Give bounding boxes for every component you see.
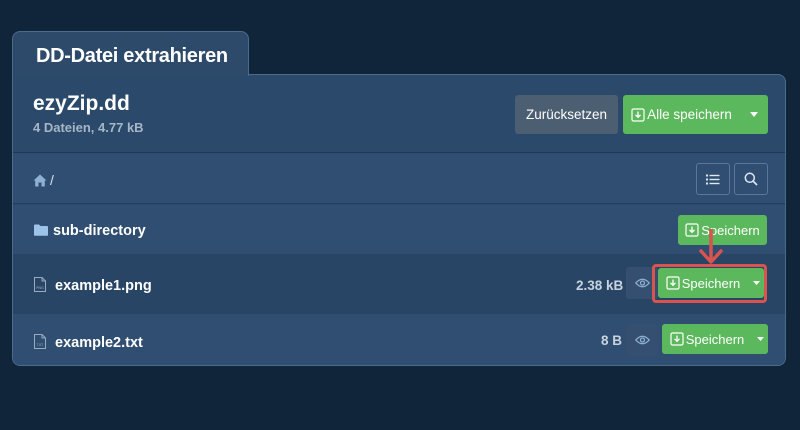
save-all-dropdown-toggle[interactable] xyxy=(740,95,768,134)
tab-extract-dd[interactable]: DD-Datei extrahieren xyxy=(12,31,249,76)
extract-panel: ezyZip.dd 4 Dateien, 4.77 kB Zurücksetze… xyxy=(12,74,786,366)
annotation-highlight-box xyxy=(652,264,767,303)
save-file-button[interactable]: Speichern xyxy=(662,324,768,354)
list-item-file[interactable]: TXT example2.txt 8 B Speichern xyxy=(13,314,785,365)
folder-name[interactable]: sub-directory xyxy=(53,223,146,239)
save-dropdown-toggle[interactable] xyxy=(752,324,768,354)
save-all-label: Alle speichern xyxy=(647,107,732,122)
search-button[interactable] xyxy=(734,163,768,195)
file-name[interactable]: example2.txt xyxy=(55,335,143,351)
file-name[interactable]: example1.png xyxy=(55,278,152,294)
reset-button[interactable]: Zurücksetzen xyxy=(515,95,618,134)
file-ext-label: TXT xyxy=(36,343,44,347)
eye-icon xyxy=(634,335,650,345)
list-item-folder[interactable]: sub-directory Speichern xyxy=(13,205,785,254)
file-size: 2.38 kB xyxy=(576,278,624,293)
file-ext-label: PNG xyxy=(36,286,44,290)
path-toolbar: / xyxy=(13,153,785,204)
archive-header: ezyZip.dd 4 Dateien, 4.77 kB Zurücksetze… xyxy=(13,75,785,153)
reset-button-label: Zurücksetzen xyxy=(525,107,608,122)
save-all-main[interactable]: Alle speichern xyxy=(623,95,740,134)
archive-info: 4 Dateien, 4.77 kB xyxy=(33,120,144,135)
annotation-arrow-icon xyxy=(699,229,723,264)
archive-name: ezyZip.dd xyxy=(33,92,130,115)
caret-down-icon xyxy=(750,112,758,117)
list-view-button[interactable] xyxy=(696,163,730,195)
preview-button[interactable] xyxy=(626,324,658,356)
folder-icon xyxy=(34,224,48,236)
list-icon xyxy=(706,174,720,184)
file-icon: PNG xyxy=(34,277,46,292)
save-file-main[interactable]: Speichern xyxy=(662,324,752,354)
home-icon[interactable] xyxy=(33,174,47,187)
tab-title: DD-Datei extrahieren xyxy=(36,45,228,67)
download-icon xyxy=(631,107,645,122)
search-icon xyxy=(744,172,758,186)
save-all-button[interactable]: Alle speichern xyxy=(623,95,768,134)
caret-down-icon xyxy=(756,337,764,341)
breadcrumb-path: / xyxy=(50,172,54,188)
eye-icon xyxy=(634,278,650,288)
file-size: 8 B xyxy=(601,333,623,348)
file-icon: TXT xyxy=(34,334,46,349)
download-icon xyxy=(670,332,684,346)
save-label: Speichern xyxy=(685,331,745,347)
